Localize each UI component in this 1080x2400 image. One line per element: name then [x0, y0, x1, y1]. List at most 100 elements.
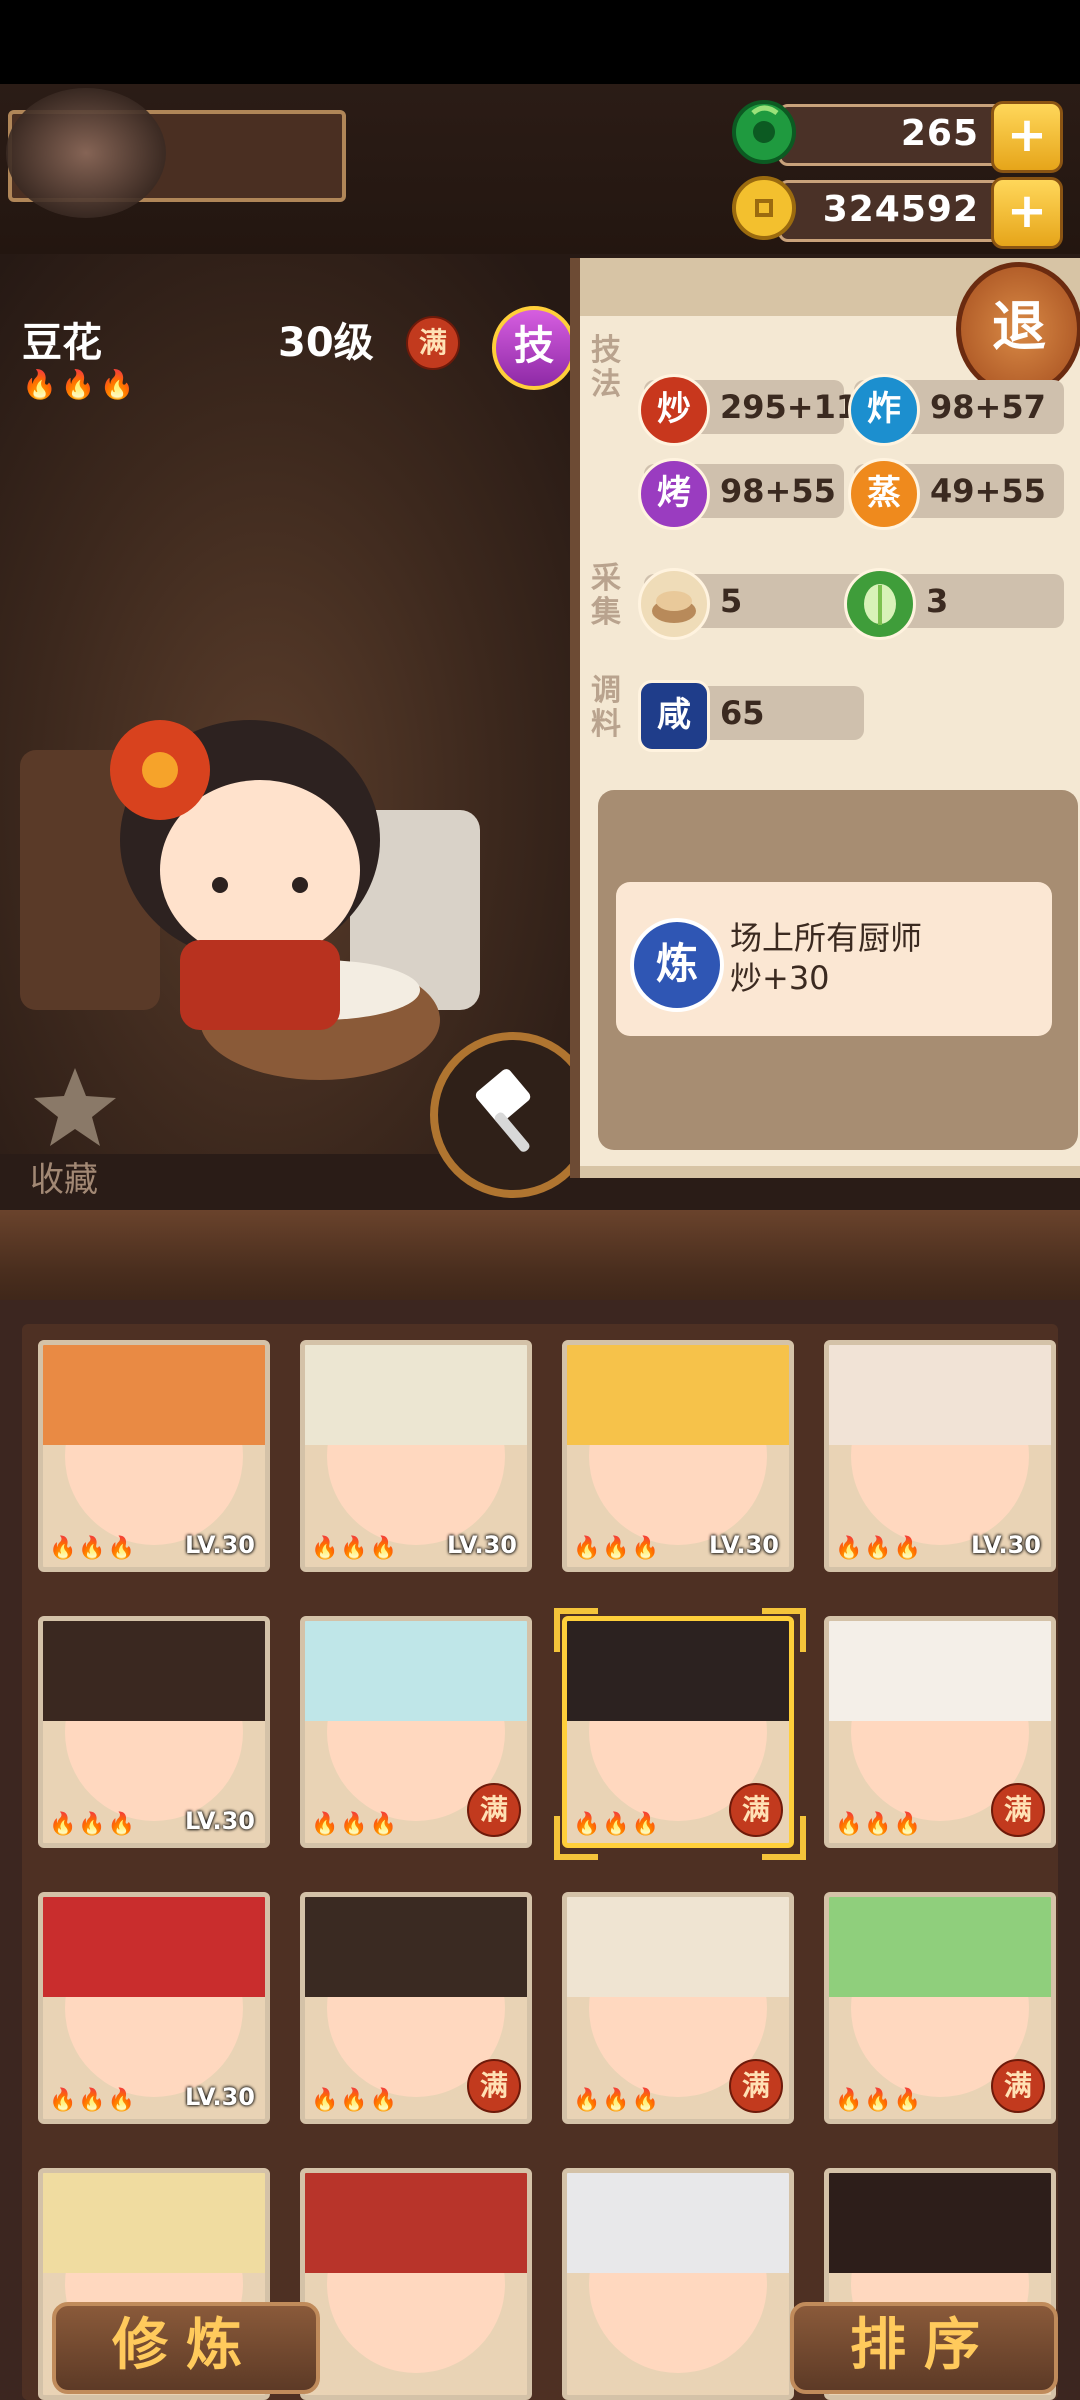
gather-row: 5 3 [638, 568, 1064, 640]
chef-card-hair [43, 1897, 265, 1997]
bun-icon [638, 568, 710, 640]
chef-card[interactable]: 🔥🔥🔥 满 [300, 1616, 532, 1848]
technique-stir-fry: 炒 295+114 [638, 374, 880, 446]
chef-card-hair [829, 2173, 1051, 2273]
chef-card[interactable]: 🔥🔥🔥 LV.30 [824, 1340, 1056, 1572]
chef-card[interactable]: 🔥🔥🔥 满 [300, 1892, 532, 2124]
chef-card-hair [43, 1345, 265, 1445]
selection-corner [762, 1608, 806, 1652]
player-avatar[interactable] [6, 88, 166, 218]
seasoning-section-label: 调料 [591, 673, 621, 742]
coin-value: 324592 [822, 189, 979, 230]
jade-resource-bar: 265 + [732, 100, 1063, 173]
selection-corner [554, 1816, 598, 1860]
chef-card-level: LV.30 [971, 1531, 1041, 1559]
chef-card-max-badge: 满 [729, 2059, 783, 2113]
sort-button[interactable]: 排序 [790, 2302, 1058, 2394]
chef-card-hair [567, 1621, 789, 1721]
chef-card-hair [305, 2173, 527, 2273]
chef-card-max-badge: 满 [991, 1783, 1045, 1837]
chef-card-flames: 🔥🔥🔥 [311, 1536, 400, 1561]
selection-corner [762, 1816, 806, 1860]
gather-bun-value: 5 [720, 582, 743, 620]
chef-card[interactable]: 🔥🔥🔥 LV.30 [562, 1340, 794, 1572]
chef-card-hair [567, 1345, 789, 1445]
chef-card-hair [829, 1621, 1051, 1721]
chef-card-level: LV.30 [709, 1531, 779, 1559]
chef-card-flames: 🔥🔥🔥 [835, 1812, 924, 1837]
stir-fry-icon: 炒 [638, 374, 710, 446]
chef-card[interactable]: 🔥🔥🔥 满 [562, 1892, 794, 2124]
chef-card-flames: 🔥🔥🔥 [835, 1536, 924, 1561]
add-coins-button[interactable]: + [991, 177, 1063, 249]
chef-card-level: LV.30 [185, 1807, 255, 1835]
gather-cabbage-value: 3 [926, 582, 949, 620]
chef-card[interactable]: 🔥🔥🔥 满 [824, 1892, 1056, 2124]
jade-coin-icon [732, 100, 796, 164]
cultivate-button[interactable]: 修炼 [52, 2302, 320, 2394]
chef-card-max-badge: 满 [467, 1783, 521, 1837]
chef-card-flames: 🔥🔥🔥 [49, 1536, 138, 1561]
chef-portrait [20, 720, 480, 1080]
technique-deep-fry: 炸 98+57 [848, 374, 1064, 446]
favorite-label[interactable]: 收藏 [30, 1152, 98, 1201]
favorite-star-icon[interactable] [30, 1062, 120, 1152]
chef-star-flames: 🔥🔥🔥 [22, 368, 139, 401]
gold-coin-icon [732, 176, 796, 240]
chef-card-hair [567, 1897, 789, 1997]
buff-description: 场上所有厨师 炒+30 [730, 918, 922, 998]
deep-fry-icon: 炸 [848, 374, 920, 446]
selection-corner [554, 1608, 598, 1652]
chef-card[interactable]: 🔥🔥🔥 LV.30 [38, 1892, 270, 2124]
buff-line-1: 场上所有厨师 [730, 919, 923, 957]
chef-card-hair [829, 1897, 1051, 1997]
salty-icon: 咸 [638, 680, 710, 752]
chef-level: 30级 [278, 320, 374, 366]
chef-card-hair [43, 2173, 265, 2273]
cabbage-icon [844, 568, 916, 640]
roast-icon: 烤 [638, 458, 710, 530]
steam-value: 49+55 [930, 472, 1046, 510]
chef-card-hair [829, 1345, 1051, 1445]
chef-card-max-badge: 满 [991, 2059, 1045, 2113]
coin-resource-bar: 324592 + [732, 176, 1063, 249]
chef-card[interactable]: 🔥🔥🔥 LV.30 [38, 1340, 270, 1572]
chef-card-flames: 🔥🔥🔥 [311, 2088, 400, 2113]
salty-value: 65 [720, 694, 765, 732]
chef-card-flames: 🔥🔥🔥 [573, 2088, 662, 2113]
technique-roast: 烤 98+55 [638, 458, 844, 530]
add-jade-button[interactable]: + [991, 101, 1063, 173]
chef-card[interactable]: 🔥🔥🔥 LV.30 [300, 1340, 532, 1572]
chef-card-flames: 🔥🔥🔥 [835, 2088, 924, 2113]
chef-card[interactable]: 🔥🔥🔥 LV.30 [38, 1616, 270, 1848]
max-level-badge: 满 [406, 316, 460, 370]
roast-value: 98+55 [720, 472, 836, 510]
chef-card-level: LV.30 [447, 1531, 517, 1559]
skill-button[interactable]: 技 [492, 306, 576, 390]
chef-card-level: LV.30 [185, 2083, 255, 2111]
chef-card-flames: 🔥🔥🔥 [311, 1812, 400, 1837]
seasoning-salty: 咸 65 [638, 680, 864, 752]
jade-value: 265 [900, 113, 979, 154]
chef-card-hair [43, 1621, 265, 1721]
chef-card-flames: 🔥🔥🔥 [49, 1812, 138, 1837]
chef-name: 豆花 [22, 320, 102, 366]
chef-card[interactable] [562, 2168, 794, 2400]
chef-card-hair [305, 1345, 527, 1445]
chef-card[interactable]: 🔥🔥🔥 满 [824, 1616, 1056, 1848]
chef-card[interactable] [300, 2168, 532, 2400]
refine-icon: 炼 [630, 918, 724, 1012]
technique-steam: 蒸 49+55 [848, 458, 1064, 530]
chef-card-hair [305, 1621, 527, 1721]
chef-card-hair [305, 1897, 527, 1997]
chef-card-flames: 🔥🔥🔥 [49, 2088, 138, 2113]
steam-icon: 蒸 [848, 458, 920, 530]
status-strip [0, 0, 1080, 84]
buff-line-2: 炒+30 [730, 959, 830, 997]
chef-card-level: LV.30 [185, 1531, 255, 1559]
gather-section-label: 采集 [591, 561, 621, 630]
exit-button[interactable]: 退 [956, 262, 1080, 396]
chef-card-hair [567, 2173, 789, 2273]
technique-section-label: 技法 [591, 333, 621, 402]
chef-card-max-badge: 满 [467, 2059, 521, 2113]
